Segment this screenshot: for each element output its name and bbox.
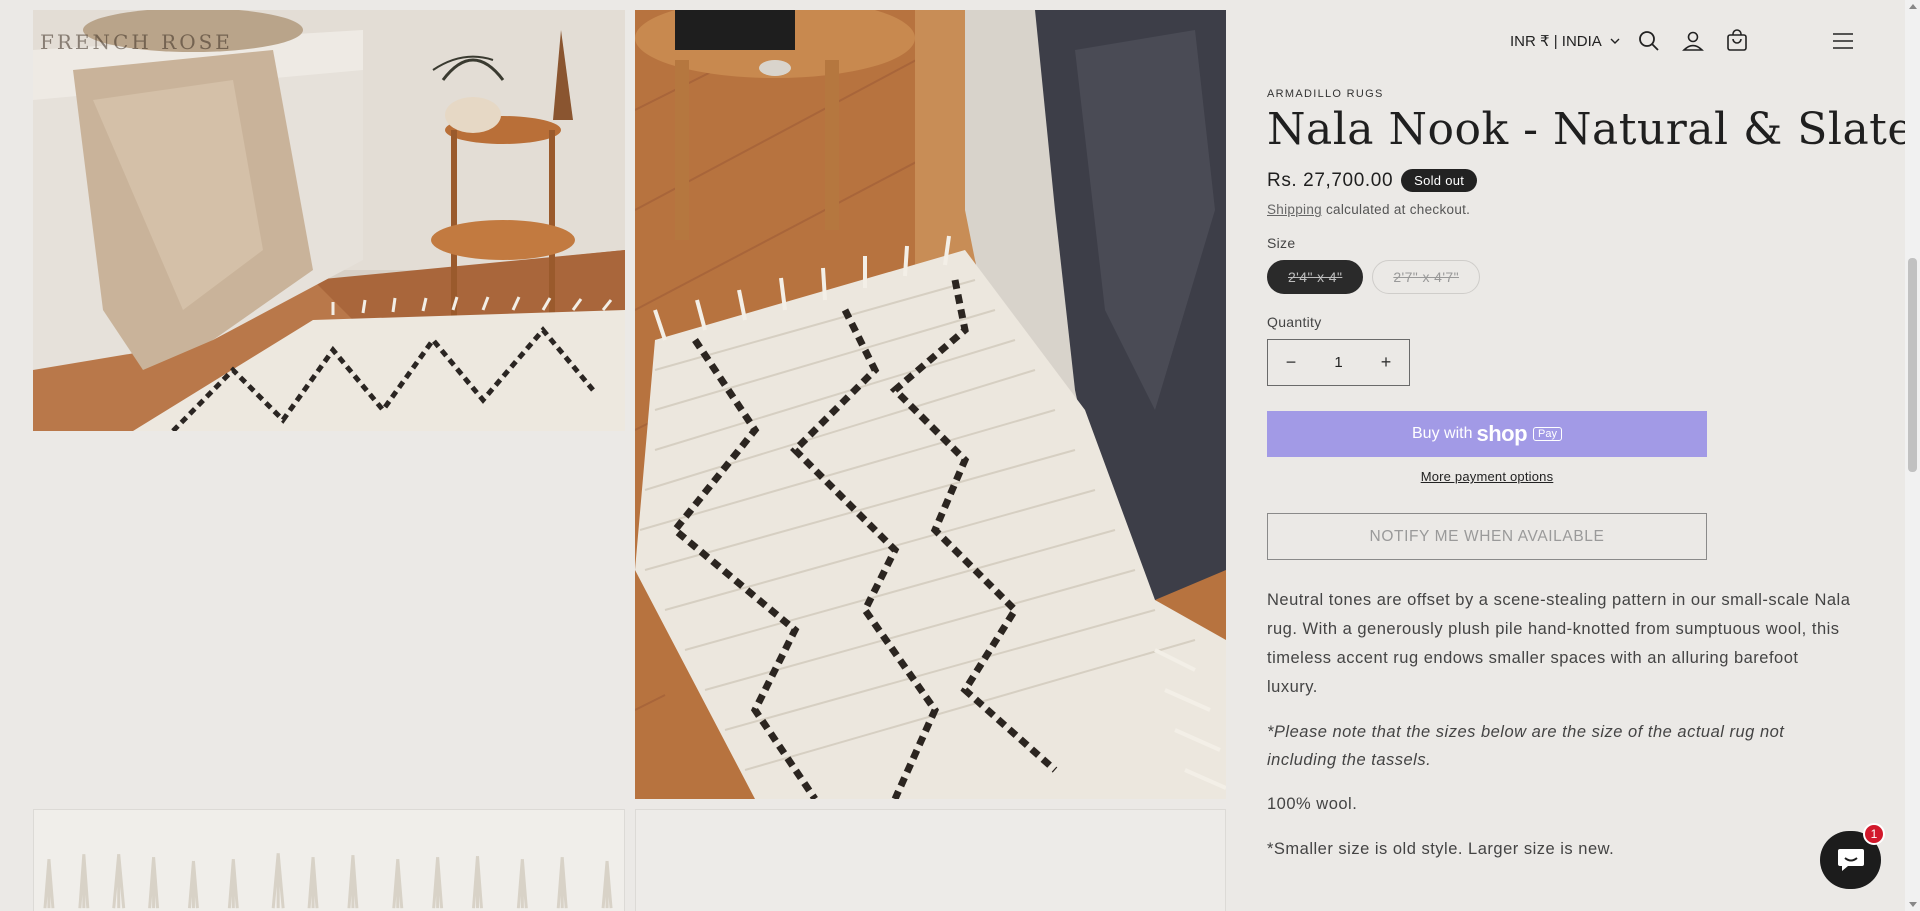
chevron-down-icon: [1610, 38, 1620, 44]
shipping-link[interactable]: Shipping: [1267, 202, 1322, 217]
size-note: *Smaller size is old style. Larger size …: [1267, 840, 1615, 858]
description-paragraph: Neutral tones are offset by a scene-stea…: [1267, 591, 1851, 696]
page-scrollbar[interactable]: [1905, 0, 1920, 911]
size-option[interactable]: 2'4" x 4": [1267, 260, 1364, 294]
currency-selector[interactable]: INR ₹ | INDIA: [1510, 32, 1620, 50]
product-info: ARMADILLO RUGS Nala Nook - Natural & Sla…: [1267, 88, 1914, 880]
material-text: 100% wool.: [1267, 795, 1358, 813]
quantity-stepper: − +: [1267, 339, 1410, 386]
quantity-increase-button[interactable]: +: [1363, 340, 1409, 385]
shipping-note-text: calculated at checkout.: [1321, 202, 1471, 217]
menu-icon[interactable]: [1831, 29, 1855, 53]
product-description: Neutral tones are offset by a scene-stea…: [1267, 586, 1852, 864]
scroll-down-arrow[interactable]: [1909, 902, 1917, 907]
quantity-decrease-button[interactable]: −: [1268, 340, 1314, 385]
account-icon[interactable]: [1681, 29, 1705, 53]
product-title: Nala Nook - Natural & Slate: [1267, 104, 1914, 155]
cart-icon[interactable]: [1725, 29, 1749, 53]
size-label: Size: [1267, 235, 1296, 251]
product-vendor: ARMADILLO RUGS: [1267, 88, 1384, 100]
more-payment-options-link[interactable]: More payment options: [1267, 469, 1707, 484]
buy-with-shop-pay-button[interactable]: Buy with shop Pay: [1267, 411, 1707, 457]
shop-pay-logo: shop: [1476, 421, 1528, 446]
description-note: *Please note that the sizes below are th…: [1267, 723, 1785, 769]
scroll-up-arrow[interactable]: [1909, 4, 1917, 9]
pay-badge: Pay: [1533, 427, 1562, 441]
quantity-input[interactable]: [1314, 354, 1363, 371]
size-options: 2'4" x 4" 2'7" x 4'7": [1267, 260, 1867, 294]
search-icon[interactable]: [1637, 29, 1661, 53]
currency-label: INR ₹ | INDIA: [1510, 33, 1602, 50]
product-image-placeholder[interactable]: [635, 809, 1226, 911]
shipping-note: Shipping calculated at checkout.: [1267, 202, 1867, 217]
product-image-tassels[interactable]: [33, 809, 625, 911]
product-gallery: FRENCH ROSE: [0, 0, 1240, 911]
price-row: Rs. 27,700.00 Sold out: [1267, 169, 1867, 192]
notify-me-button[interactable]: NOTIFY ME WHEN AVAILABLE: [1267, 513, 1707, 560]
store-logo[interactable]: FRENCH ROSE: [40, 30, 233, 54]
scrollbar-thumb[interactable]: [1908, 258, 1917, 472]
chat-icon: [1837, 849, 1864, 871]
buy-with-text: Buy with: [1412, 425, 1473, 442]
product-image-rug-closeup[interactable]: [635, 10, 1226, 799]
product-image-bedroom-side-table[interactable]: [33, 10, 625, 431]
quantity-label: Quantity: [1267, 314, 1322, 330]
chat-unread-badge: 1: [1863, 823, 1885, 845]
product-price: Rs. 27,700.00: [1267, 169, 1394, 191]
sold-out-badge: Sold out: [1401, 169, 1478, 192]
size-option[interactable]: 2'7" x 4'7": [1372, 260, 1480, 294]
